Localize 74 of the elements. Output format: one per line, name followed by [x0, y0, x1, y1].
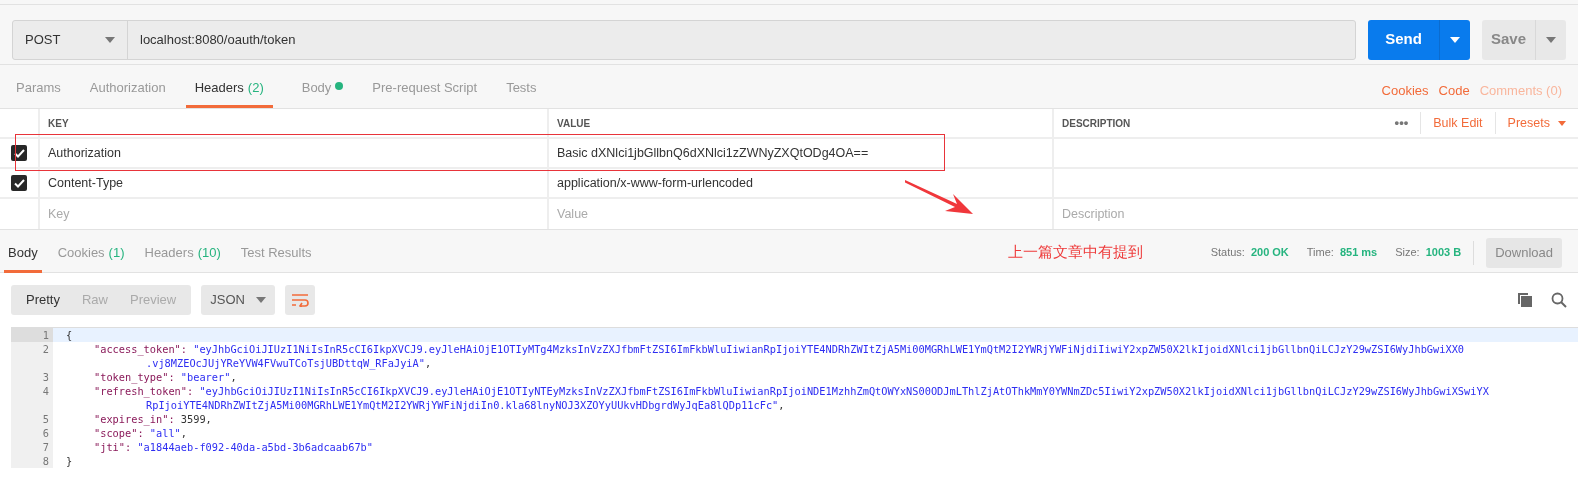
column-header: VALUE: [549, 109, 1054, 137]
response-tab[interactable]: Test Results: [236, 232, 316, 273]
caret-icon: [1558, 120, 1566, 126]
json-key: "token_type":: [94, 371, 181, 383]
format-dropdown[interactable]: JSON: [201, 285, 276, 315]
comments-link[interactable]: Comments (0): [1479, 80, 1562, 100]
caret-icon: [256, 297, 267, 303]
line-number: 5: [42, 413, 49, 425]
request-tab[interactable]: Params: [16, 78, 61, 108]
caret-icon: [1449, 36, 1460, 43]
arrow-icon: [905, 180, 973, 216]
checkmark-icon: [13, 178, 25, 188]
json-value: RpIjoiYTE4NDRhZWItZjA5Mi00MGRhLWE1YmQtM2I2YWRjYWFiNjdiIn0.kla68lnyNOJ3XZOYyUUkvHDbgrdWyJqEa8lQDp11cFc": [146, 399, 779, 411]
comma: ,: [205, 413, 212, 425]
search-icon[interactable]: [1551, 292, 1567, 308]
key-input[interactable]: Key: [40, 199, 549, 229]
code-link[interactable]: Code: [1438, 80, 1470, 100]
json-key: "expires_in":: [94, 413, 181, 425]
checkbox[interactable]: [11, 175, 27, 191]
more-button[interactable]: •••: [1382, 112, 1422, 134]
json-key: "jti":: [94, 441, 138, 453]
comma: ,: [778, 399, 785, 411]
request-tab[interactable]: Pre-request Script: [372, 78, 478, 108]
request-tab[interactable]: Body: [301, 78, 344, 108]
json-key: "scope":: [94, 427, 150, 439]
presets-dropdown[interactable]: Presets: [1495, 113, 1578, 133]
status-label: Status:: [1210, 245, 1245, 261]
size-value: 1003 B: [1425, 245, 1462, 261]
comma: ,: [424, 357, 432, 369]
response-tab[interactable]: Cookies (1): [53, 232, 129, 273]
column-header: KEY: [40, 109, 549, 137]
request-tab[interactable]: Authorization: [89, 78, 166, 108]
line-number: 3: [42, 371, 49, 383]
code-text: }: [66, 455, 73, 467]
code-text: {: [66, 329, 73, 341]
table-cell: Basic dXNlci1jbGllbnQ6dXNlci1zZWNyZXQtODg4OA==: [549, 139, 1054, 167]
table-cell: Authorization: [40, 139, 549, 167]
time-label: Time:: [1306, 245, 1334, 261]
comma: ,: [230, 371, 237, 383]
line-number: 1: [42, 329, 49, 341]
json-key: "refresh_token":: [94, 385, 200, 397]
copy-icon[interactable]: [1517, 292, 1533, 308]
json-value: "a1844aeb-f092-40da-a5bd-3b6adcaab67b": [137, 441, 373, 453]
bulk-edit-link[interactable]: Bulk Edit: [1421, 112, 1496, 134]
wrap-icon: [291, 293, 310, 307]
line-number: 4: [42, 385, 49, 397]
view-mode-tab[interactable]: Pretty: [15, 285, 71, 315]
json-key: "access_token":: [94, 343, 194, 355]
view-mode-tab[interactable]: Preview: [119, 285, 188, 315]
json-value: "all": [149, 427, 181, 439]
download-button[interactable]: Download: [1486, 237, 1562, 268]
line-number: 6: [42, 427, 49, 439]
json-value: "eyJhbGciOiJIUzI1NiIsInR5cCI6IkpXVCJ9.eyJleHAiOjE1OTIyMTg4MzksInVzZXJfbmFtZSI6ImFkbWluIiwianRpIjoiYTE4NDRhZWItZjA5Mi00MGRhLWE1YmQtM2I2YWRjYWFiNjdiIiwiY2xpZW50X2lkIjoidXNlci1jbGllbnQiLCJzY29wZSI6WyJhbGwiXX0: [193, 343, 1465, 355]
size-label: Size:: [1395, 245, 1420, 261]
time-value: 851 ms: [1339, 245, 1378, 261]
request-tab[interactable]: Tests: [506, 78, 537, 108]
caret-icon: [1546, 36, 1556, 43]
line-number: 7: [42, 441, 49, 453]
description-input[interactable]: Description: [1054, 199, 1578, 229]
cookies-link[interactable]: Cookies: [1381, 80, 1429, 100]
table-cell: Content-Type: [40, 169, 549, 197]
annotation-text: 上一篇文章中有提到: [1007, 242, 1143, 263]
line-number: 8: [42, 455, 49, 467]
column-header: DESCRIPTION: [1061, 116, 1132, 131]
response-tab[interactable]: Headers (10): [140, 232, 225, 273]
status-value: 200 OK: [1250, 245, 1289, 261]
comma: ,: [180, 427, 187, 439]
line-number: 2: [42, 343, 49, 355]
checkmark-icon: [13, 148, 25, 158]
view-mode-tab[interactable]: Raw: [70, 285, 119, 315]
json-value: 3599: [180, 413, 206, 425]
json-value: "bearer": [180, 371, 231, 383]
json-value: "eyJhbGciOiJIUzI1NiIsInR5cCI6IkpXVCJ9.eyJleHAiOjE1OTIyNTEyMzksInVzZXJfbmFtZSI6ImFkbWluIiwianRpIjoiNDE1MzhhZmQtOWYxNS00ODJmLThlZjAtOThkMmY0YWNmZDc5IiwiY2xpZW50X2lkIjoidXNlci1jbGllbnQiLCJzY29wZSI6WyJhbGwiXSwiYX: [199, 385, 1489, 397]
json-value: .vj8MZEOcJUjYReYVW4FVwuTCoTsjUBDttqW_RFaJyiA": [146, 357, 425, 369]
